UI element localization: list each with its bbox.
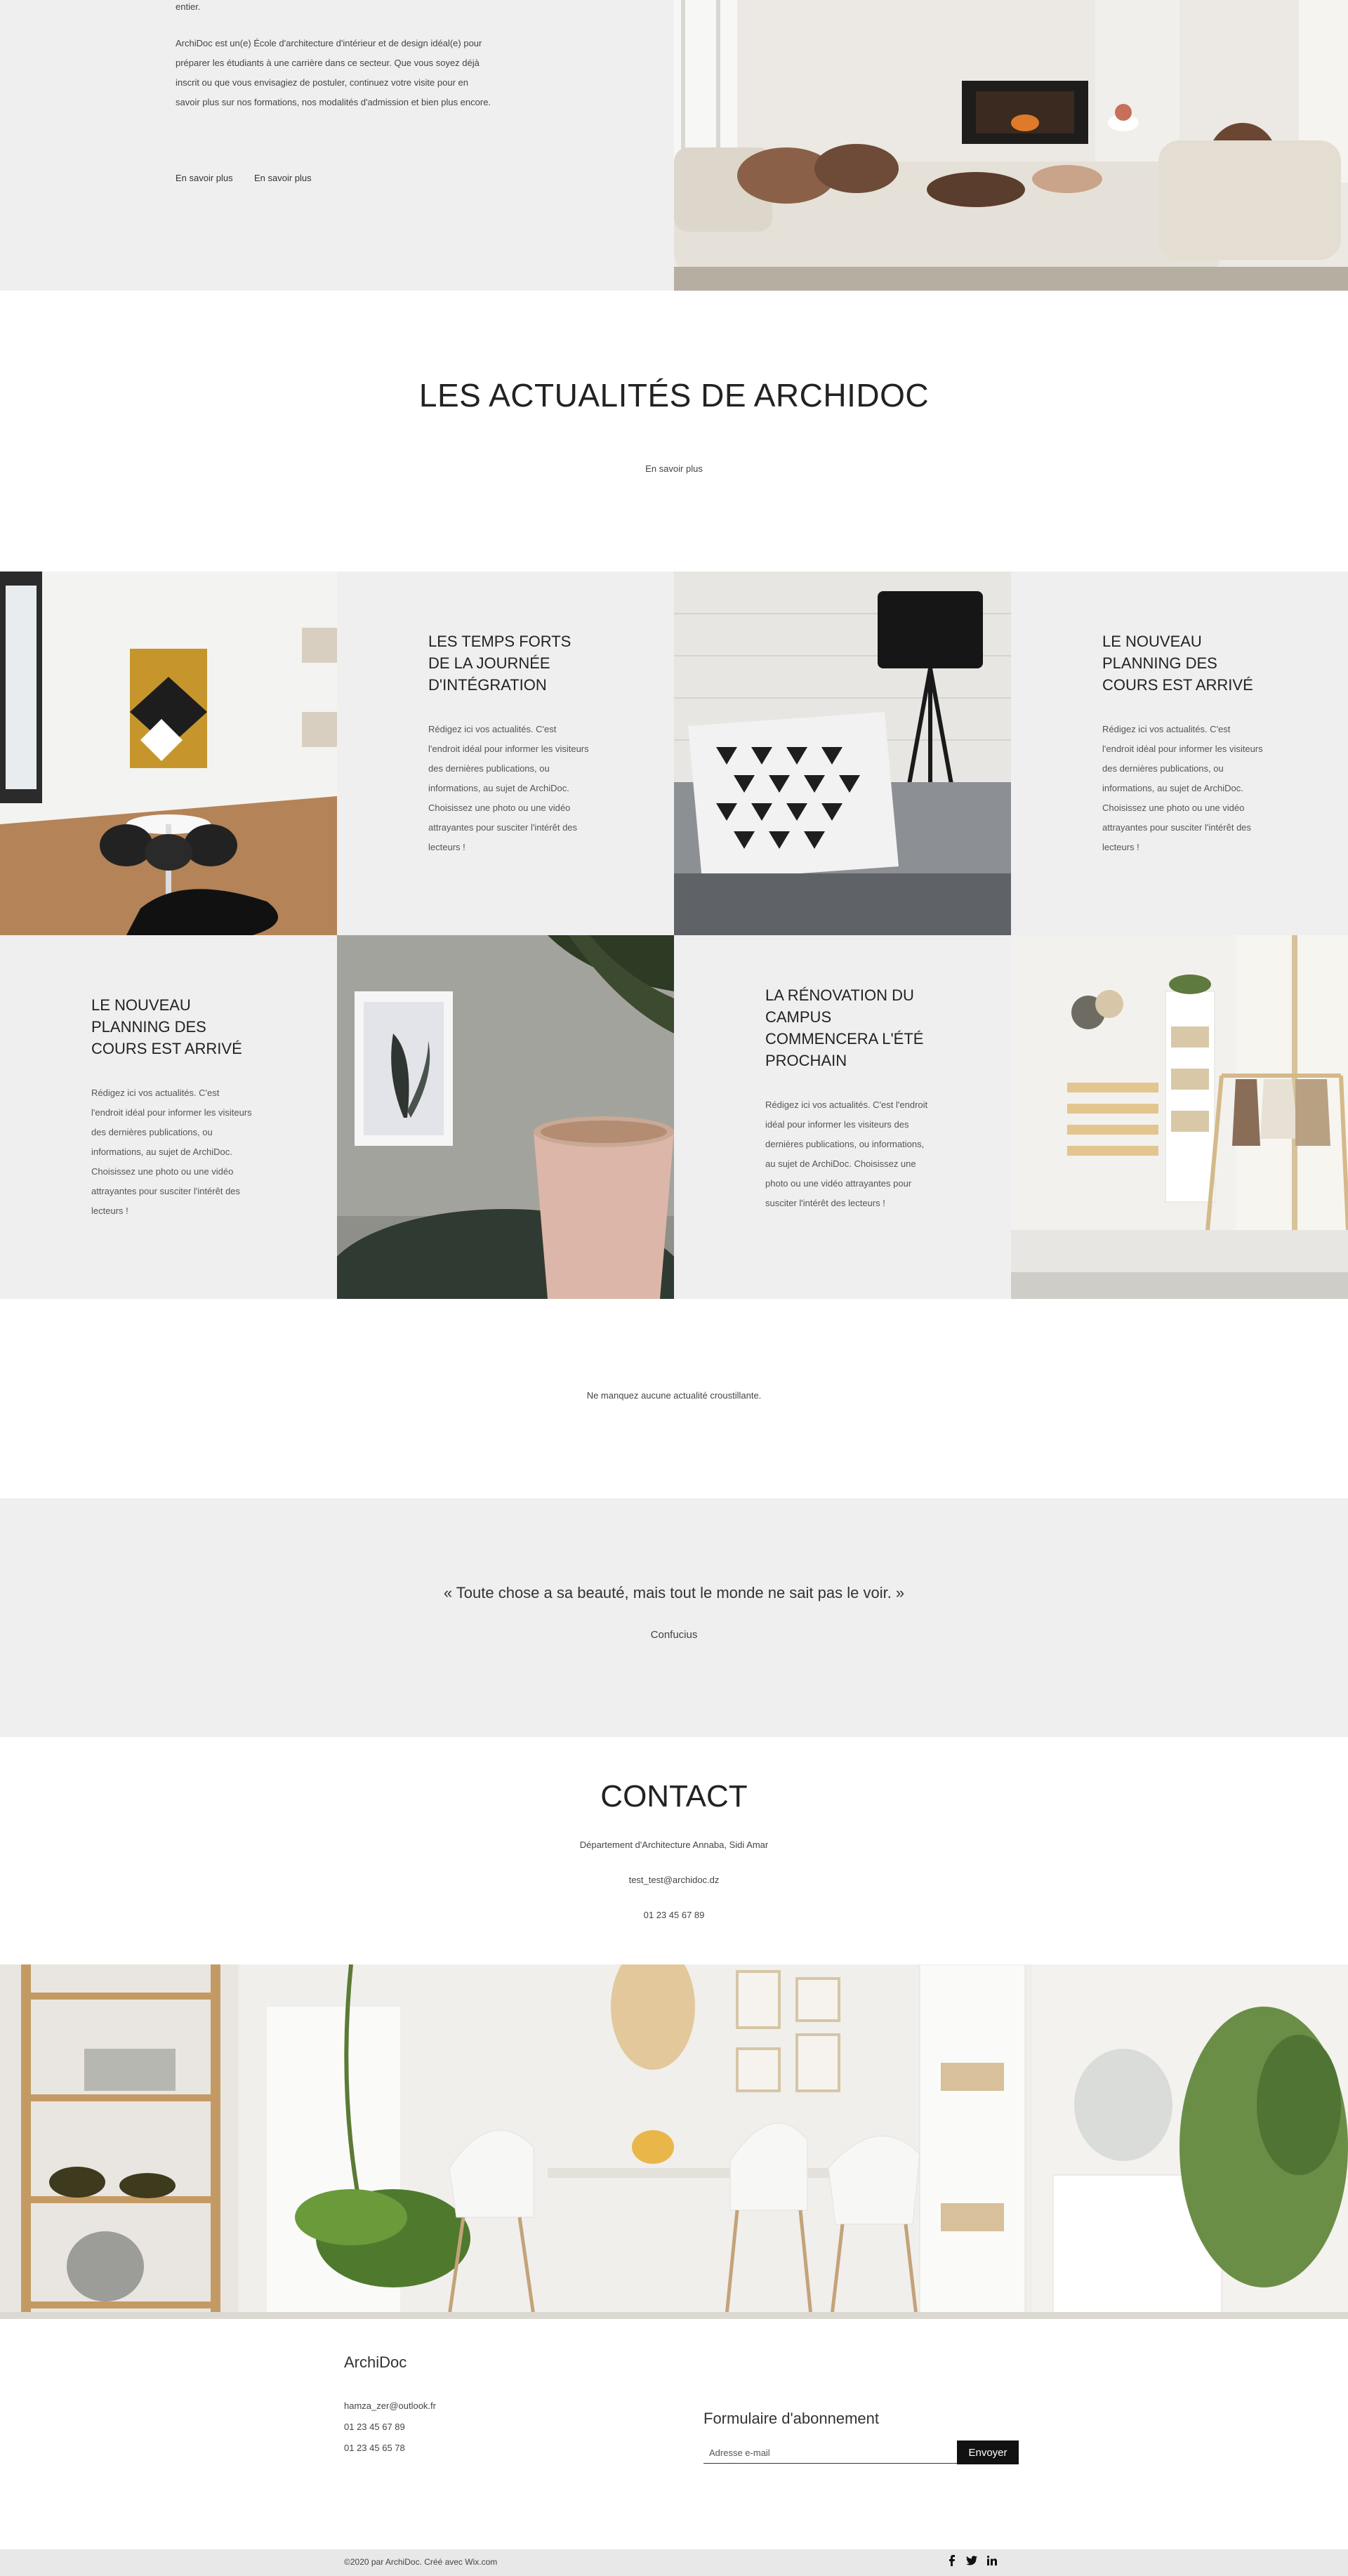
intro-paragraph: ArchiDoc est un(e) École d'architecture … (176, 38, 491, 107)
linkedin-icon[interactable] (986, 2556, 997, 2568)
footer-brand: ArchiDoc (344, 2353, 407, 2371)
dining-banner-photo (0, 1964, 1348, 2319)
news-card-2-title: LE NOUVEAU PLANNING DES COURS EST ARRIVÉ (1102, 633, 1253, 694)
subscribe-title: Formulaire d'abonnement (703, 2410, 880, 2427)
news-card-1-body: Rédigez ici vos actualités. C'est l'endr… (428, 724, 589, 852)
kids-room-photo (1011, 935, 1348, 1299)
contact-email[interactable]: test_test@archidoc.dz (0, 1875, 1348, 1885)
subscribe-email-input[interactable] (703, 2442, 960, 2464)
news-card-4-title: LA RÉNOVATION DU CAMPUS COMMENCERA L'ÉTÉ… (765, 986, 924, 1069)
news-section-title: LES ACTUALITÉS DE ARCHIDOC (418, 377, 930, 414)
quote-section (0, 1498, 1348, 1737)
contact-phone: 01 23 45 67 89 (643, 1910, 705, 1920)
living-room-photo (674, 0, 1348, 291)
footer-email[interactable]: hamza_zer@outlook.fr (344, 2396, 436, 2417)
news-card-3[interactable]: LE NOUVEAU PLANNING DES COURS EST ARRIVÉ… (0, 935, 337, 1299)
news-learn-more-link[interactable]: En savoir plus (0, 463, 1348, 474)
footer-phone-2: 01 23 45 65 78 (344, 2443, 405, 2453)
quote-author: Confucius (650, 1629, 698, 1641)
bottom-bar (0, 2549, 1348, 2576)
news-card-4[interactable]: LA RÉNOVATION DU CAMPUS COMMENCERA L'ÉTÉ… (674, 935, 1011, 1299)
twitter-icon[interactable] (966, 2556, 977, 2568)
social-bar (948, 2555, 997, 2568)
plant-pot-photo (337, 935, 674, 1299)
news-card-3-title: LE NOUVEAU PLANNING DES COURS EST ARRIVÉ (91, 996, 242, 1057)
news-card-2[interactable]: LE NOUVEAU PLANNING DES COURS EST ARRIVÉ… (1011, 572, 1348, 935)
news-card-4-body: Rédigez ici vos actualités. C'est l'endr… (765, 1099, 928, 1208)
footer-phone-1: 01 23 45 67 89 (344, 2422, 405, 2432)
quote-text: « Toute chose a sa beauté, mais tout le … (443, 1584, 905, 1601)
intro-learn-more-link-2[interactable]: En savoir plus (254, 173, 312, 183)
copyright-text: ©2020 par ArchiDoc. Créé avec Wix.com (344, 2557, 498, 2567)
news-card-1-title: LES TEMPS FORTS DE LA JOURNÉE D'INTÉGRAT… (428, 633, 571, 694)
news-card-3-body: Rédigez ici vos actualités. C'est l'endr… (91, 1088, 252, 1216)
bedroom-lamp-photo (674, 572, 1011, 935)
facebook-icon[interactable] (948, 2555, 956, 2568)
intro-learn-more-link-1[interactable]: En savoir plus (176, 173, 233, 183)
intro-partial-word: entier. (176, 1, 201, 12)
contact-title: CONTACT (600, 1779, 748, 1814)
dining-room-photo (0, 572, 337, 935)
contact-address: Département d'Architecture Annaba, Sidi … (579, 1839, 769, 1850)
news-tagline: Ne manquez aucune actualité croustillant… (586, 1390, 762, 1401)
news-card-2-body: Rédigez ici vos actualités. C'est l'endr… (1102, 724, 1263, 852)
news-card-1[interactable]: LES TEMPS FORTS DE LA JOURNÉE D'INTÉGRAT… (337, 572, 674, 935)
subscribe-send-button[interactable]: Envoyer (957, 2440, 1019, 2464)
